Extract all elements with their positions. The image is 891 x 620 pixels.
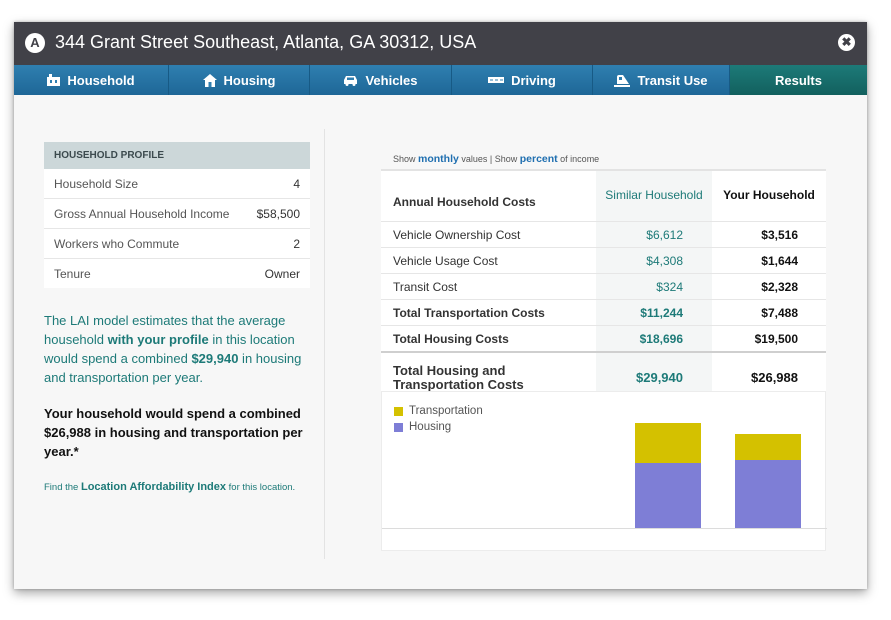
profile-row-label: Gross Annual Household Income	[54, 206, 230, 221]
percent-link[interactable]: percent	[520, 153, 558, 165]
show-text: of income	[557, 154, 600, 164]
close-icon[interactable]: ✖	[838, 34, 855, 51]
your-cost: $19,500	[712, 325, 826, 353]
your-cost: $7,488	[712, 299, 826, 326]
tab-transit-use[interactable]: Transit Use	[593, 65, 730, 95]
profile-row-label: Workers who Commute	[54, 236, 180, 251]
costs-table: Annual Household Costs Similar Household…	[381, 169, 826, 402]
profile-row-value: 4	[293, 176, 300, 191]
show-text: values | Show	[458, 154, 520, 164]
transportation-swatch	[394, 406, 403, 416]
profile-row: Workers who Commute 2	[44, 229, 310, 259]
profile-row-value: 2	[293, 236, 300, 251]
legend-label: Housing	[409, 421, 452, 433]
transportation-bar-segment	[735, 433, 801, 460]
tab-driving[interactable]: Driving	[452, 65, 593, 95]
tab-transit-use-label: Transit Use	[637, 72, 708, 88]
legend-item-housing: Housing	[394, 419, 483, 435]
profile-row-value: $58,500	[256, 206, 300, 221]
lai-link[interactable]: Location Affordability Index	[81, 481, 226, 493]
column-divider	[324, 129, 325, 559]
transportation-bar-segment	[635, 423, 701, 463]
similar-household-header: Similar Household	[596, 170, 712, 222]
profile-row: Gross Annual Household Income $58,500	[44, 199, 310, 229]
costs-column: Show monthly values | Show percent of in…	[381, 153, 827, 551]
profile-row: Tenure Owner	[44, 259, 310, 288]
household-profile-header: HOUSEHOLD PROFILE	[44, 142, 310, 169]
tab-results[interactable]: Results	[730, 65, 867, 95]
cost-label: Vehicle Ownership Cost	[381, 221, 596, 248]
results-panel: HOUSEHOLD PROFILE Household Size 4 Gross…	[14, 95, 867, 589]
household-profile-table: HOUSEHOLD PROFILE Household Size 4 Gross…	[44, 142, 310, 288]
profile-row: Household Size 4	[44, 169, 310, 199]
transit-icon	[614, 74, 631, 87]
similar-cost: $18,696	[596, 325, 712, 353]
legend-item-transportation: Transportation	[394, 403, 483, 419]
costs-header-row: Annual Household Costs Similar Household…	[381, 170, 826, 222]
similar-cost: $6,612	[596, 221, 712, 248]
costs-header-label: Annual Household Costs	[381, 170, 596, 222]
similar-cost: $4,308	[596, 247, 712, 274]
estimate-profile-emphasis: with your profile	[107, 332, 209, 347]
housing-bar-segment	[635, 462, 701, 528]
table-row: Vehicle Usage Cost $4,308 $1,644	[381, 247, 826, 274]
tab-housing-label: Housing	[223, 72, 276, 88]
display-options: Show monthly values | Show percent of in…	[393, 153, 826, 169]
profile-row-label: Tenure	[54, 266, 91, 281]
address-title: 344 Grant Street Southeast, Atlanta, GA …	[55, 32, 477, 52]
calculator-window: A 344 Grant Street Southeast, Atlanta, G…	[14, 22, 867, 589]
find-text: for this location.	[226, 482, 296, 493]
profile-column: HOUSEHOLD PROFILE Household Size 4 Gross…	[44, 142, 310, 493]
table-row: Vehicle Ownership Cost $6,612 $3,516	[381, 221, 826, 248]
cost-label: Total Transportation Costs	[381, 299, 596, 326]
legend-label: Transportation	[409, 405, 483, 417]
tab-housing[interactable]: Housing	[169, 65, 310, 95]
monthly-link[interactable]: monthly	[418, 153, 459, 165]
tab-household-label: Household	[67, 72, 135, 88]
find-text: Find the	[44, 482, 81, 493]
estimate-amount: $29,940	[191, 351, 239, 366]
show-text: Show	[393, 154, 419, 164]
table-row: Total Transportation Costs $11,244 $7,48…	[381, 299, 826, 326]
housing-swatch	[394, 422, 403, 432]
cost-label: Vehicle Usage Cost	[381, 247, 596, 274]
chart-legend: Transportation Housing	[394, 403, 483, 435]
tab-vehicles[interactable]: Vehicles	[310, 65, 452, 95]
tab-vehicles-label: Vehicles	[365, 72, 418, 88]
cost-comparison-chart: Transportation Housing	[381, 391, 827, 551]
housing-bar-segment	[735, 459, 801, 528]
profile-row-value: Owner	[264, 266, 300, 281]
your-cost: $3,516	[712, 221, 826, 248]
tab-bar: Household Housing Vehicles Driving Trans…	[14, 65, 867, 95]
your-household-header: Your Household	[712, 170, 826, 222]
table-row: Transit Cost $324 $2,328	[381, 273, 826, 300]
similar-cost: $11,244	[596, 299, 712, 326]
similar-cost: $324	[596, 273, 712, 300]
road-icon	[488, 76, 505, 84]
house-icon	[202, 73, 217, 87]
profile-row-label: Household Size	[54, 176, 139, 191]
your-cost: $1,644	[712, 247, 826, 274]
lai-estimate-text: The LAI model estimates that the average…	[44, 311, 316, 387]
location-marker-icon: A	[25, 33, 45, 53]
title-bar: A 344 Grant Street Southeast, Atlanta, G…	[14, 22, 867, 65]
find-lai-line: Find the Location Affordability Index fo…	[44, 481, 310, 493]
tab-results-label: Results	[775, 72, 822, 88]
your-household-summary: Your household would spend a combined $2…	[44, 406, 303, 459]
tab-household[interactable]: Household	[14, 65, 169, 95]
chart-baseline	[382, 528, 827, 529]
your-cost: $2,328	[712, 273, 826, 300]
table-row: Total Housing Costs $18,696 $19,500	[381, 325, 826, 353]
household-icon	[47, 74, 61, 86]
cost-label: Total Housing Costs	[381, 325, 596, 353]
cost-label: Transit Cost	[381, 273, 596, 300]
car-icon	[343, 75, 358, 86]
tab-driving-label: Driving	[511, 72, 556, 88]
